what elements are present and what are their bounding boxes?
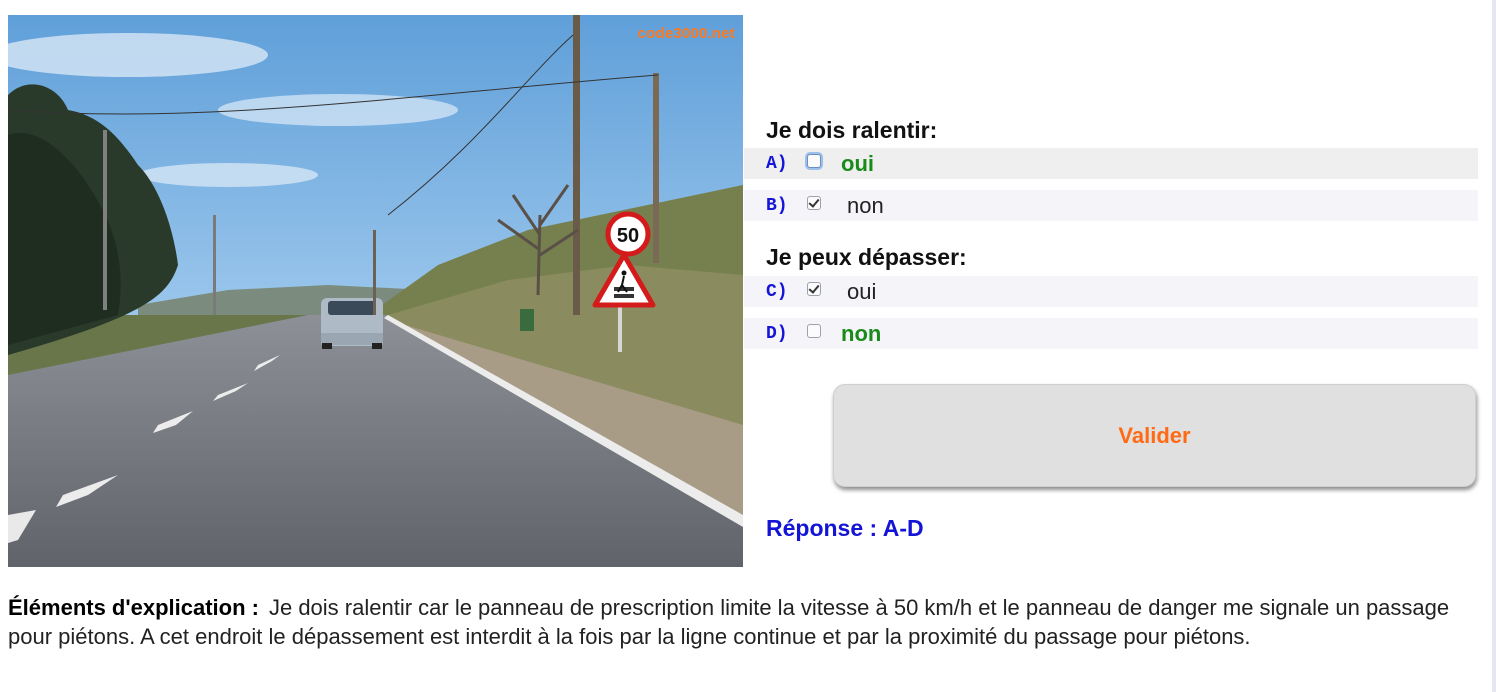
option-d-checkbox[interactable] bbox=[807, 324, 821, 338]
option-c-label: oui bbox=[847, 279, 877, 304]
page-right-border bbox=[1492, 0, 1496, 692]
option-row-a[interactable]: A) oui bbox=[744, 148, 1478, 179]
question-photo: 50 code3000.net bbox=[8, 15, 743, 567]
answer-result: Réponse : A-D bbox=[766, 515, 924, 541]
option-letter: A) bbox=[766, 154, 788, 174]
explanation-block: Éléments d'explication : Je dois ralentir… bbox=[8, 593, 1490, 651]
option-letter: B) bbox=[766, 196, 788, 216]
validate-button[interactable]: Valider bbox=[833, 384, 1476, 487]
option-row-c[interactable]: C) oui bbox=[744, 276, 1478, 307]
question-title-slow-down: Je dois ralentir: bbox=[766, 117, 938, 143]
option-row-d[interactable]: D) non bbox=[744, 318, 1478, 349]
speed-limit-number: 50 bbox=[617, 225, 639, 247]
option-d-label: non bbox=[841, 321, 882, 346]
watermark-label: code3000.net bbox=[637, 25, 735, 42]
option-letter: C) bbox=[766, 282, 788, 302]
option-c-checkbox[interactable] bbox=[807, 282, 821, 296]
explanation-label: Éléments d'explication : bbox=[8, 595, 259, 620]
option-letter: D) bbox=[766, 324, 788, 344]
option-b-label: non bbox=[847, 193, 884, 218]
option-row-b[interactable]: B) non bbox=[744, 190, 1478, 221]
option-b-checkbox[interactable] bbox=[807, 196, 821, 210]
option-a-checkbox[interactable] bbox=[807, 154, 821, 168]
question-title-overtake: Je peux dépasser: bbox=[766, 244, 967, 270]
option-a-label: oui bbox=[841, 151, 874, 176]
